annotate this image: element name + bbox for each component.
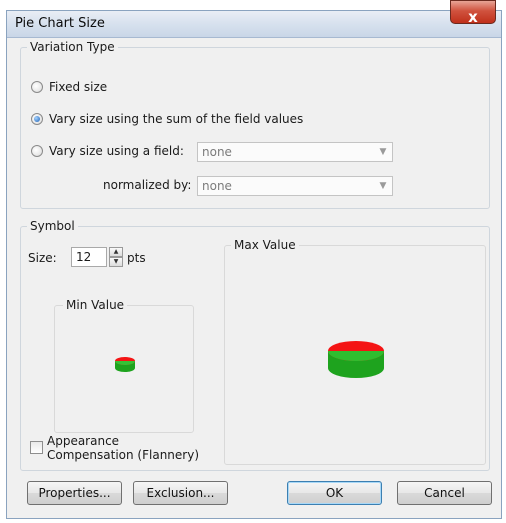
min-value-preview: Min Value: [54, 298, 194, 433]
max-pie-symbol: [328, 341, 384, 378]
spin-down-icon[interactable]: ▼: [109, 257, 123, 267]
spin-up-icon[interactable]: ▲: [109, 247, 123, 257]
radio-vary-sum-indicator[interactable]: [31, 113, 43, 125]
normalized-select-value: none: [202, 179, 232, 193]
radio-vary-sum[interactable]: Vary size using the sum of the field val…: [31, 112, 303, 126]
chevron-down-icon[interactable]: ▼: [374, 143, 392, 161]
radio-vary-field-indicator[interactable]: [31, 145, 43, 157]
radio-fixed-size-indicator[interactable]: [31, 81, 43, 93]
title-bar[interactable]: Pie Chart Size: [7, 11, 501, 38]
window-title: Pie Chart Size: [15, 16, 105, 31]
min-pie-symbol: [115, 357, 135, 372]
cancel-button[interactable]: Cancel: [397, 481, 492, 505]
ok-button[interactable]: OK: [287, 481, 382, 505]
close-button[interactable]: x: [450, 0, 496, 26]
symbol-label: Symbol: [27, 219, 78, 233]
appearance-compensation-checkbox[interactable]: [30, 441, 43, 454]
normalized-by-label: normalized by:: [103, 178, 192, 192]
radio-vary-sum-label: Vary size using the sum of the field val…: [49, 112, 304, 126]
radio-vary-field[interactable]: Vary size using a field:: [31, 144, 184, 158]
size-input[interactable]: 12: [71, 247, 107, 267]
appearance-compensation-label-1[interactable]: Appearance: [47, 434, 119, 448]
size-value: 12: [76, 250, 92, 264]
field-select[interactable]: none ▼: [197, 142, 393, 162]
field-select-value: none: [202, 145, 232, 159]
properties-button[interactable]: Properties...: [27, 481, 122, 505]
max-value-preview: Max Value: [224, 238, 486, 465]
exclusion-button[interactable]: Exclusion...: [133, 481, 228, 505]
normalized-select[interactable]: none ▼: [197, 176, 393, 196]
radio-vary-field-label: Vary size using a field:: [49, 144, 184, 158]
size-unit: pts: [127, 251, 146, 265]
variation-type-group: Variation Type Fixed size Vary size usin…: [20, 40, 490, 209]
dialog-window: Pie Chart Size Variation Type Fixed size…: [6, 10, 502, 519]
variation-type-label: Variation Type: [27, 40, 118, 54]
size-stepper[interactable]: ▲ ▼: [109, 247, 123, 267]
size-label: Size:: [28, 251, 57, 265]
symbol-group: Symbol Size: 12 ▲ ▼ pts Min Value Max Va…: [20, 219, 490, 471]
radio-fixed-size[interactable]: Fixed size: [31, 80, 107, 94]
close-icon: x: [468, 8, 478, 26]
chevron-down-icon[interactable]: ▼: [374, 177, 392, 195]
appearance-compensation-label-2[interactable]: Compensation (Flannery): [47, 448, 199, 462]
radio-fixed-size-label: Fixed size: [49, 80, 108, 94]
